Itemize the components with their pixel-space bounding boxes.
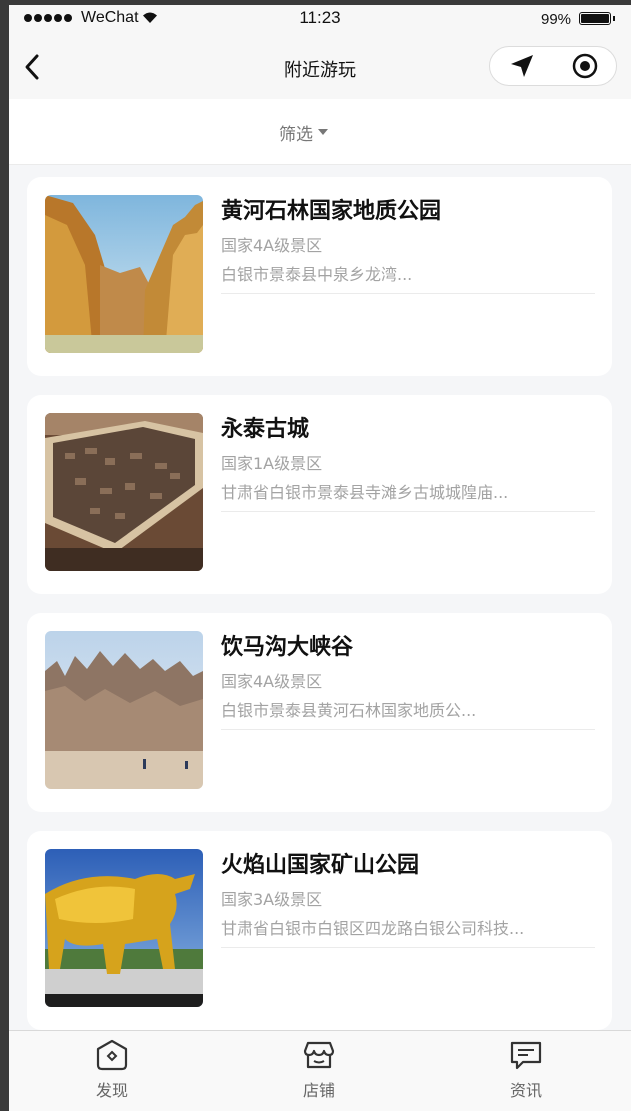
tab-bar: 发现 店铺 资讯 xyxy=(9,1030,631,1111)
place-photo xyxy=(45,413,203,571)
tab-label: 店铺 xyxy=(302,1081,335,1100)
place-photo xyxy=(45,195,203,353)
target-icon xyxy=(572,53,598,79)
place-address: 白银市景泰县黄河石林国家地质公... xyxy=(221,697,595,730)
place-address: 甘肃省白银市景泰县寺滩乡古城城隍庙... xyxy=(221,479,595,512)
status-bar: WeChat 11:23 99% xyxy=(9,5,631,33)
battery-percent: 99% xyxy=(541,11,572,28)
place-level: 国家3A级景区 xyxy=(221,890,323,909)
tab-discover[interactable]: 发现 xyxy=(52,1039,172,1105)
mini-program-capsule xyxy=(489,46,617,86)
shop-icon xyxy=(303,1041,335,1069)
phone-screen: WeChat 11:23 99% 附近游玩 筛选 黄河石林国家地质公园 国家4A… xyxy=(9,5,631,1111)
place-name: 黄河石林国家地质公园 xyxy=(221,199,442,224)
close-program-button[interactable] xyxy=(553,47,617,85)
place-name: 火焰山国家矿山公园 xyxy=(221,853,420,878)
place-card[interactable]: 黄河石林国家地质公园 国家4A级景区 白银市景泰县中泉乡龙湾... xyxy=(27,177,612,376)
place-name: 饮马沟大峡谷 xyxy=(221,635,354,660)
tab-label: 发现 xyxy=(95,1081,128,1100)
place-card[interactable]: 火焰山国家矿山公园 国家3A级景区 甘肃省白银市白银区四龙路白银公司科技... xyxy=(27,831,612,1030)
place-photo xyxy=(45,849,203,1007)
place-address: 白银市景泰县中泉乡龙湾... xyxy=(221,261,595,294)
place-address: 甘肃省白银市白银区四龙路白银公司科技... xyxy=(221,915,595,948)
place-level: 国家4A级景区 xyxy=(221,236,323,255)
clock: 11:23 xyxy=(299,8,341,27)
battery-icon xyxy=(579,12,615,25)
tab-news[interactable]: 资讯 xyxy=(466,1039,586,1105)
tab-shop[interactable]: 店铺 xyxy=(259,1039,379,1105)
place-card[interactable]: 饮马沟大峡谷 国家4A级景区 白银市景泰县黄河石林国家地质公... xyxy=(27,613,612,812)
nav-bar: 附近游玩 xyxy=(9,33,631,99)
place-level: 国家4A级景区 xyxy=(221,672,323,691)
filter-label: 筛选 xyxy=(279,124,313,145)
tab-label: 资讯 xyxy=(509,1081,542,1100)
filter-bar: 筛选 xyxy=(9,99,631,165)
message-icon xyxy=(510,1041,542,1070)
discover-icon xyxy=(96,1039,128,1071)
place-card[interactable]: 永泰古城 国家1A级景区 甘肃省白银市景泰县寺滩乡古城城隍庙... xyxy=(27,395,612,594)
filter-button[interactable]: 筛选 xyxy=(279,119,328,145)
location-button[interactable] xyxy=(490,47,554,85)
place-name: 永泰古城 xyxy=(221,417,310,442)
navigation-arrow-icon xyxy=(511,55,533,77)
caret-down-icon xyxy=(318,129,328,135)
place-photo xyxy=(45,631,203,789)
place-level: 国家1A级景区 xyxy=(221,454,323,473)
